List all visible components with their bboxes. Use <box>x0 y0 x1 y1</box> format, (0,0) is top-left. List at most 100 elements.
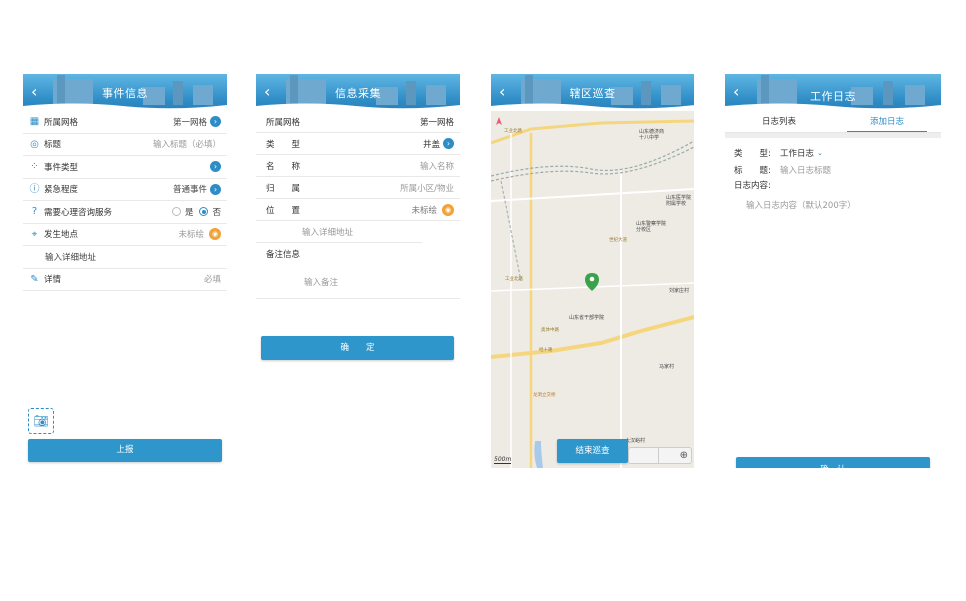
owner-input[interactable]: 所属小区/物业 <box>336 182 454 194</box>
end-patrol-button[interactable]: 结束巡查 <box>557 439 628 463</box>
urgency-value: 普通事件 <box>172 185 207 196</box>
chevron-right-icon[interactable]: › <box>210 161 221 173</box>
edit-icon: ✎ <box>30 273 39 285</box>
counseling-label: 需要心理咨询服务 <box>44 207 113 218</box>
map-label: 大汉峪村 <box>625 438 646 444</box>
address-input[interactable]: 输入详细地址 <box>45 251 96 263</box>
owner-row[interactable]: 归 属 所属小区/物业 <box>256 177 460 199</box>
location-value: 未标绘 <box>178 230 204 241</box>
radio-no[interactable] <box>199 207 209 217</box>
map-label: 世纪大道 <box>609 238 627 243</box>
page-title: 辖区巡查 <box>569 87 616 100</box>
event-info-screen: ‹ 事件信息 ▦ 所属网格 第一网格 › ◎ 标题 输入标题（必填） ⁘ 事件类… <box>23 74 227 468</box>
chevron-right-icon[interactable]: › <box>210 116 221 128</box>
radio-no-label: 否 <box>212 207 221 218</box>
grid-value: 第一网格 <box>172 117 207 128</box>
chevron-right-icon[interactable]: › <box>443 138 454 149</box>
collect-info-screen: ‹ 信息采集 所属网格 第一网格 类 型 井盖 › 名 称 输入名称 归 属 所… <box>256 74 460 468</box>
details-row[interactable]: ✎ 详情 必填 <box>23 269 227 291</box>
position-row[interactable]: 位 置 未标绘 ◉ <box>256 199 460 221</box>
grid-value: 第一网格 <box>419 117 454 128</box>
header-patrol: ‹ 辖区巡查 <box>491 74 694 111</box>
map-label: 山东省干部学院 <box>569 315 605 321</box>
zoom-control: ⊕ <box>628 447 692 464</box>
grid-label: 所属网格 <box>266 117 301 128</box>
grid-icon: ▦ <box>29 116 40 128</box>
page-title: 事件信息 <box>102 87 148 100</box>
zoom-in-button[interactable]: ⊕ <box>659 448 691 463</box>
event-type-label: 事件类型 <box>44 162 79 173</box>
location-row[interactable]: ⌖ 发生地点 未标绘 ◉ <box>23 224 227 246</box>
title-input[interactable]: 输入标题（必填） <box>153 138 221 150</box>
zoom-in-icon: ⊕ <box>679 450 688 461</box>
type-select[interactable]: 工作日志 <box>780 147 814 159</box>
urgency-row[interactable]: ⓘ 紧急程度 普通事件 › <box>23 179 227 201</box>
map-canvas[interactable] <box>491 111 694 468</box>
map-label: 山东德济商 十八中学 <box>639 129 665 141</box>
tab-add-log[interactable]: 添加日志 <box>833 111 941 132</box>
name-row[interactable]: 名 称 输入名称 <box>256 155 460 177</box>
header-log: ‹ 工作日志 <box>725 74 941 111</box>
map-label: 龙洞立交桥 <box>533 393 556 398</box>
title-field[interactable]: 标 题: 输入日志标题 <box>725 161 941 178</box>
type-value: 井盖 <box>422 139 440 150</box>
log-tabs: 日志列表 添加日志 <box>725 111 941 133</box>
camera-icon: 📷︎ <box>33 414 49 428</box>
grid-row[interactable]: ▦ 所属网格 第一网格 › <box>23 111 227 134</box>
position-label: 位 置 <box>266 205 301 216</box>
title-row[interactable]: ◎ 标题 输入标题（必填） <box>23 134 227 156</box>
confirm-button[interactable]: 确 认 <box>736 457 930 468</box>
address-input[interactable]: 输入详细地址 <box>302 226 353 238</box>
map-label: 马家村 <box>659 364 675 370</box>
title-label: 标题 <box>44 140 62 151</box>
location-pin-icon: ⌖ <box>31 228 38 240</box>
map-view[interactable]: 山东德济商 十八中学 山东医学院 附属学校 山东警察学院 分校区 世纪大道 刘家… <box>491 111 694 468</box>
grid-label: 所属网格 <box>44 117 79 128</box>
grid-row[interactable]: 所属网格 第一网格 <box>256 111 460 133</box>
type-row[interactable]: 类 型 井盖 › <box>256 133 460 155</box>
counseling-row: ? 需要心理咨询服务 是 否 <box>23 201 227 224</box>
page-title: 工作日志 <box>810 90 856 103</box>
patrol-screen: ‹ 辖区巡查 山东德济商 十八中学 山东医学院 附属学校 山东警察学院 分校区 … <box>491 74 694 468</box>
address-row[interactable]: 输入详细地址 <box>23 246 227 269</box>
type-label: 类 型 <box>266 139 301 150</box>
header-wave <box>256 103 460 111</box>
remark-label: 备注信息 <box>266 250 301 260</box>
locate-icon[interactable]: ◉ <box>442 203 454 216</box>
radio-yes-label: 是 <box>184 207 194 218</box>
locate-icon[interactable]: ◉ <box>209 228 221 241</box>
type-field[interactable]: 类 型: 工作日志 ⌄ <box>725 144 941 161</box>
remark-row[interactable]: 输入备注 <box>256 265 460 299</box>
event-type-row[interactable]: ⁘ 事件类型 › <box>23 156 227 179</box>
remark-input[interactable]: 输入备注 <box>304 276 338 288</box>
content-field[interactable]: 输入日志内容（默认200字） <box>725 195 941 217</box>
map-label: 奥体中路 <box>541 328 559 333</box>
details-input[interactable]: 必填 <box>204 273 221 285</box>
remark-label-row: 备注信息 <box>256 243 460 265</box>
header-collect: ‹ 信息采集 <box>256 74 460 111</box>
details-label: 详情 <box>44 275 62 286</box>
content-input[interactable]: 输入日志内容（默认200字） <box>746 201 856 211</box>
map-label: 工业北路 <box>504 129 522 134</box>
map-label: 工业北路 <box>505 277 523 282</box>
title-input[interactable]: 输入日志标题 <box>780 164 831 176</box>
tab-divider <box>725 133 941 138</box>
question-icon: ? <box>31 206 38 218</box>
alert-icon: ⓘ <box>29 183 40 195</box>
radio-yes[interactable] <box>171 207 181 217</box>
tab-log-list[interactable]: 日志列表 <box>725 111 833 132</box>
add-photo-button[interactable]: 📷︎ <box>28 408 54 434</box>
confirm-button[interactable]: 确 定 <box>261 336 454 360</box>
page-title: 信息采集 <box>335 87 381 100</box>
map-label: 刘家庄村 <box>669 288 690 294</box>
map-label: 山东医学院 附属学校 <box>666 195 692 207</box>
submit-button[interactable]: 上报 <box>28 439 222 462</box>
header-wave <box>23 103 227 111</box>
address-row[interactable]: 输入详细地址 <box>256 221 422 243</box>
chevron-right-icon[interactable]: › <box>210 183 221 195</box>
chevron-down-icon[interactable]: ⌄ <box>817 149 823 157</box>
zoom-out-button[interactable] <box>629 448 659 463</box>
title-label: 标 题: <box>734 165 771 176</box>
name-input[interactable]: 输入名称 <box>336 160 454 172</box>
map-label: 经十路 <box>539 348 553 353</box>
